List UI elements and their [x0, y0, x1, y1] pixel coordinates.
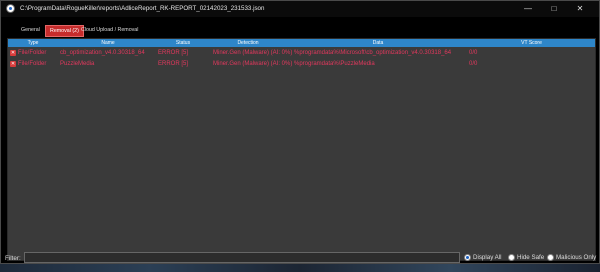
minimize-icon[interactable]: — — [517, 1, 539, 17]
column-header-detection[interactable]: Detection — [208, 39, 288, 47]
column-header-type[interactable]: Type — [8, 39, 58, 47]
radio-icon — [547, 254, 554, 261]
window-title: C:\ProgramData\RogueKiller\reports\Adlic… — [20, 5, 265, 12]
table-row[interactable]: File/Folder cb_optimization_v4.0.30318_6… — [8, 48, 595, 58]
filter-input[interactable] — [24, 252, 460, 263]
maximize-icon[interactable]: □ — [543, 1, 565, 17]
row-vt-score: 0/0 — [469, 50, 478, 56]
table-row[interactable]: File/Folder PuzzleMedia ERROR [5] Miner.… — [8, 59, 595, 69]
column-header-data[interactable]: Data — [288, 39, 468, 47]
tab-cloud-upload-removal[interactable]: Cloud Upload / Removal — [77, 25, 142, 35]
row-type: File/Folder — [18, 61, 47, 67]
row-status: ERROR [5] — [158, 50, 189, 56]
filter-label: Filter: — [5, 255, 21, 262]
radio-icon — [508, 254, 515, 261]
column-header-status[interactable]: Status — [158, 39, 208, 47]
title-bar[interactable]: C:\ProgramData\RogueKiller\reports\Adlic… — [1, 1, 599, 17]
row-detection: Miner.Gen (Malware) (AI: 0%) — [213, 61, 293, 67]
malicious-only-label: Malicious Only — [556, 254, 597, 261]
desktop-background — [0, 264, 600, 272]
app-window: C:\ProgramData\RogueKiller\reports\Adlic… — [0, 0, 600, 264]
close-icon[interactable]: ✕ — [569, 1, 591, 17]
threat-icon — [10, 48, 16, 58]
row-detection: Miner.Gen (Malware) (AI: 0%) — [213, 50, 293, 56]
row-type: File/Folder — [18, 50, 47, 56]
hide-safe-label: Hide Safe — [517, 254, 545, 261]
row-status: ERROR [5] — [158, 61, 189, 67]
tab-bar: General Removal (2) Cloud Upload / Remov… — [3, 25, 597, 37]
row-name: cb_optimization_v4.0.30318_64 — [60, 50, 145, 56]
row-name: PuzzleMedia — [60, 61, 95, 67]
results-table: Type Name Status Detection Data VT Score… — [7, 38, 596, 261]
app-icon — [6, 4, 15, 13]
radio-selected-icon — [464, 254, 471, 261]
display-all-label: Display All — [473, 254, 502, 261]
tab-general[interactable]: General — [17, 25, 44, 35]
row-data: %programdata%\PuzzleMedia — [294, 61, 375, 67]
threat-icon — [10, 59, 16, 69]
report-panel: General Removal (2) Cloud Upload / Remov… — [3, 17, 597, 263]
table-header: Type Name Status Detection Data VT Score — [8, 39, 595, 47]
row-data: %programdata%\Microsoft\cb_optimization_… — [294, 50, 452, 56]
column-header-name[interactable]: Name — [58, 39, 158, 47]
column-header-vt-score[interactable]: VT Score — [468, 39, 595, 47]
row-vt-score: 0/0 — [469, 61, 478, 67]
